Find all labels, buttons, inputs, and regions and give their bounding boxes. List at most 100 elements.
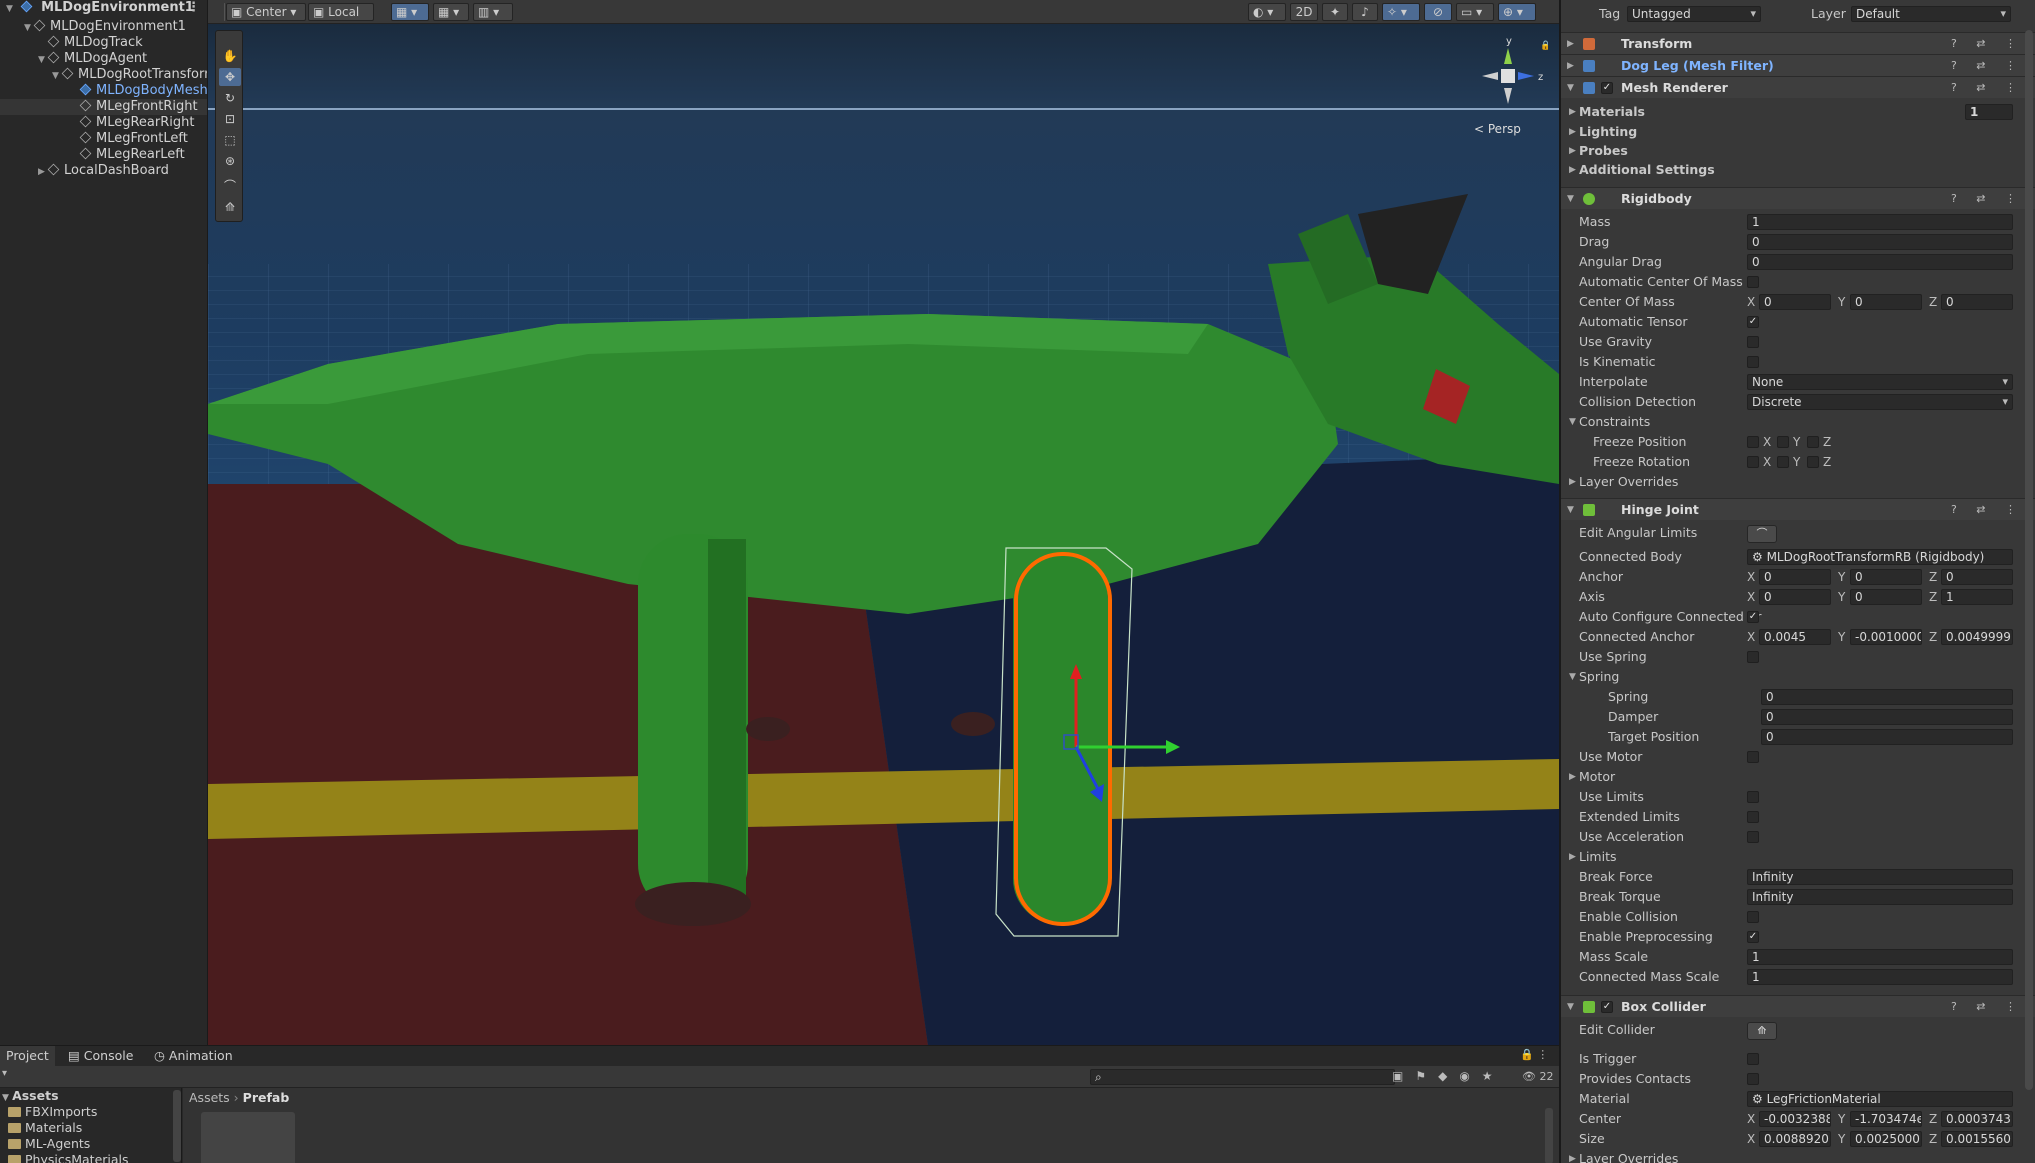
lock-icon[interactable]: 🔒 ⋮ bbox=[1520, 1048, 1548, 1061]
rigidbody-header[interactable]: ▼ Rigidbody ? ⇄ ⋮ bbox=[1561, 187, 2035, 209]
use-acceleration-checkbox[interactable] bbox=[1747, 831, 1759, 843]
gizmos-button[interactable]: ⊕ ▾ bbox=[1498, 3, 1536, 21]
center-x-field[interactable]: -0.0032388 bbox=[1759, 1111, 1831, 1127]
connected-anchor-x-field[interactable]: 0.0045 bbox=[1759, 629, 1831, 645]
hierarchy-item-leg-front-left[interactable]: MLegFrontLeft bbox=[0, 131, 207, 147]
component-menu-icons[interactable]: ? ⇄ ⋮ bbox=[1951, 55, 2024, 77]
com-y-field[interactable]: 0 bbox=[1850, 294, 1922, 310]
component-menu-icons[interactable]: ? ⇄ ⋮ bbox=[1951, 499, 2024, 521]
mesh-renderer-header[interactable]: ▼ ✓ Mesh Renderer ? ⇄ ⋮ bbox=[1561, 76, 2035, 98]
use-motor-checkbox[interactable] bbox=[1747, 751, 1759, 763]
spring-foldout[interactable]: ▼ Spring bbox=[1561, 667, 2035, 687]
assets-root[interactable]: ▼ Assets bbox=[2, 1088, 59, 1104]
audio-toggle[interactable]: ♪ bbox=[1352, 3, 1378, 21]
joint-angular-limits-icon[interactable]: ⌒ bbox=[219, 177, 241, 195]
scene-viewport[interactable] bbox=[208, 24, 1559, 1045]
provides-contacts-checkbox[interactable] bbox=[1747, 1073, 1759, 1085]
size-x-field[interactable]: 0.0088920 bbox=[1759, 1131, 1831, 1147]
dog-leg-front-right-selected[interactable] bbox=[1013, 554, 1108, 924]
camera-button[interactable]: ▭ ▾ bbox=[1456, 3, 1494, 21]
edit-collider-button[interactable]: ⟰ bbox=[1747, 1022, 1777, 1040]
materials-size-field[interactable]: 1 bbox=[1965, 104, 2013, 120]
project-filter-icons[interactable]: ▣⚑◆◉★ bbox=[1392, 1069, 1505, 1083]
folder-fbximports[interactable]: FBXImports bbox=[8, 1104, 97, 1120]
is-trigger-checkbox[interactable] bbox=[1747, 1053, 1759, 1065]
transform-header[interactable]: ▶ Transform ? ⇄ ⋮ bbox=[1561, 32, 2035, 54]
mass-field[interactable]: 1 bbox=[1747, 214, 2013, 230]
box-collider-enabled-checkbox[interactable]: ✓ bbox=[1601, 1001, 1613, 1013]
axis-y-field[interactable]: 0 bbox=[1850, 589, 1922, 605]
hierarchy-item-track[interactable]: MLDogTrack bbox=[0, 35, 207, 51]
freeze-pos-y-checkbox[interactable] bbox=[1777, 436, 1789, 448]
hierarchy-item-dashboard[interactable]: ▶ LocalDashBoard bbox=[0, 163, 207, 179]
folder-materials[interactable]: Materials bbox=[8, 1120, 82, 1136]
scene-orientation-gizmo[interactable]: y z 🔒 bbox=[1468, 34, 1548, 114]
hierarchy-item-body-mesh[interactable]: MLDogBodyMesh bbox=[0, 83, 207, 99]
use-spring-checkbox[interactable] bbox=[1747, 651, 1759, 663]
mass-scale-field[interactable]: 1 bbox=[1747, 949, 2013, 965]
center-z-field[interactable]: 0.0003743 bbox=[1941, 1111, 2013, 1127]
hierarchy-item-root-transform[interactable]: ▼ MLDogRootTransform bbox=[0, 67, 207, 83]
scale-tool-icon[interactable]: ⊡ bbox=[219, 110, 241, 128]
box-layer-overrides-foldout[interactable]: ▶ Layer Overrides bbox=[1561, 1149, 2035, 1163]
layer-dropdown[interactable]: Default bbox=[1851, 6, 2011, 22]
rb-layer-overrides-foldout[interactable]: ▶ Layer Overrides bbox=[1561, 472, 2035, 492]
grid-snap-button[interactable]: ▦ ▾ bbox=[391, 3, 429, 21]
damper-field[interactable]: 0 bbox=[1761, 709, 2013, 725]
probes-foldout[interactable]: ▶ Probes bbox=[1561, 141, 2035, 161]
assets-tree-scrollbar[interactable] bbox=[173, 1090, 181, 1162]
grid-visibility-button[interactable]: ▦ ▾ bbox=[433, 3, 469, 21]
angular-drag-field[interactable]: 0 bbox=[1747, 254, 2013, 270]
auto-tensor-checkbox[interactable]: ✓ bbox=[1747, 316, 1759, 328]
auto-configure-anchor-checkbox[interactable]: ✓ bbox=[1747, 611, 1759, 623]
anchor-x-field[interactable]: 0 bbox=[1759, 569, 1831, 585]
extended-limits-checkbox[interactable] bbox=[1747, 811, 1759, 823]
anchor-y-field[interactable]: 0 bbox=[1850, 569, 1922, 585]
edit-collider-tool-icon[interactable]: ⟰ bbox=[219, 198, 241, 216]
connected-mass-scale-field[interactable]: 1 bbox=[1747, 969, 2013, 985]
breadcrumb-assets[interactable]: Assets bbox=[189, 1090, 230, 1105]
hierarchy-item-leg-front-right[interactable]: MLegFrontRight bbox=[0, 99, 207, 115]
freeze-rot-x-checkbox[interactable] bbox=[1747, 456, 1759, 468]
lighting-foldout[interactable]: ▶ Lighting bbox=[1561, 122, 2035, 142]
size-y-field[interactable]: 0.0025000 bbox=[1850, 1131, 1922, 1147]
enable-collision-checkbox[interactable] bbox=[1747, 911, 1759, 923]
freeze-pos-x-checkbox[interactable] bbox=[1747, 436, 1759, 448]
create-dropdown-icon[interactable]: ▾ bbox=[2, 1068, 7, 1079]
motor-foldout[interactable]: ▶ Motor bbox=[1561, 767, 2035, 787]
anchor-z-field[interactable]: 0 bbox=[1941, 569, 2013, 585]
assets-scrollbar[interactable] bbox=[1545, 1108, 1553, 1163]
hierarchy-menu-icon[interactable]: ⋮ bbox=[187, 0, 200, 16]
folder-ml-agents[interactable]: ML-Agents bbox=[8, 1136, 90, 1152]
hinge-joint-header[interactable]: ▼ Hinge Joint ? ⇄ ⋮ bbox=[1561, 498, 2035, 520]
mesh-filter-header[interactable]: ▶ Dog Leg (Mesh Filter) ? ⇄ ⋮ bbox=[1561, 54, 2035, 76]
collision-detection-dropdown[interactable]: Discrete bbox=[1747, 394, 2013, 410]
tab-project[interactable]: Project bbox=[0, 1046, 55, 1066]
com-x-field[interactable]: 0 bbox=[1759, 294, 1831, 310]
hand-tool-icon[interactable]: ✋ bbox=[219, 47, 241, 65]
hidden-objects-toggle[interactable]: ⊘ bbox=[1424, 3, 1452, 21]
projection-label[interactable]: < Persp bbox=[1474, 122, 1521, 136]
limits-foldout[interactable]: ▶ Limits bbox=[1561, 847, 2035, 867]
2d-toggle[interactable]: 2D bbox=[1290, 3, 1318, 21]
axis-x-field[interactable]: 0 bbox=[1759, 589, 1831, 605]
freeze-rot-y-checkbox[interactable] bbox=[1777, 456, 1789, 468]
hierarchy-item-agent[interactable]: ▼ MLDogAgent bbox=[0, 51, 207, 67]
move-tool-icon[interactable]: ✥ bbox=[219, 68, 241, 86]
hierarchy-scene-root[interactable]: ▼ MLDogEnvironment1 ⋮ bbox=[0, 0, 207, 16]
folder-physics-materials[interactable]: PhysicsMaterials bbox=[8, 1152, 129, 1163]
freeze-pos-z-checkbox[interactable] bbox=[1807, 436, 1819, 448]
prefab-thumbnail[interactable] bbox=[201, 1112, 295, 1163]
connected-anchor-y-field[interactable]: -0.0010000 bbox=[1850, 629, 1922, 645]
hierarchy-item-leg-rear-right[interactable]: MLegRearRight bbox=[0, 115, 207, 131]
is-kinematic-checkbox[interactable] bbox=[1747, 356, 1759, 368]
rect-tool-icon[interactable]: ⬚ bbox=[219, 131, 241, 149]
component-menu-icons[interactable]: ? ⇄ ⋮ bbox=[1951, 33, 2024, 55]
break-force-field[interactable]: Infinity bbox=[1747, 869, 2013, 885]
com-z-field[interactable]: 0 bbox=[1941, 294, 2013, 310]
increment-snap-button[interactable]: ▥ ▾ bbox=[473, 3, 513, 21]
freeze-rot-z-checkbox[interactable] bbox=[1807, 456, 1819, 468]
axis-z-field[interactable]: 1 bbox=[1941, 589, 2013, 605]
spring-field[interactable]: 0 bbox=[1761, 689, 2013, 705]
tab-console[interactable]: ▤ Console bbox=[62, 1046, 139, 1066]
